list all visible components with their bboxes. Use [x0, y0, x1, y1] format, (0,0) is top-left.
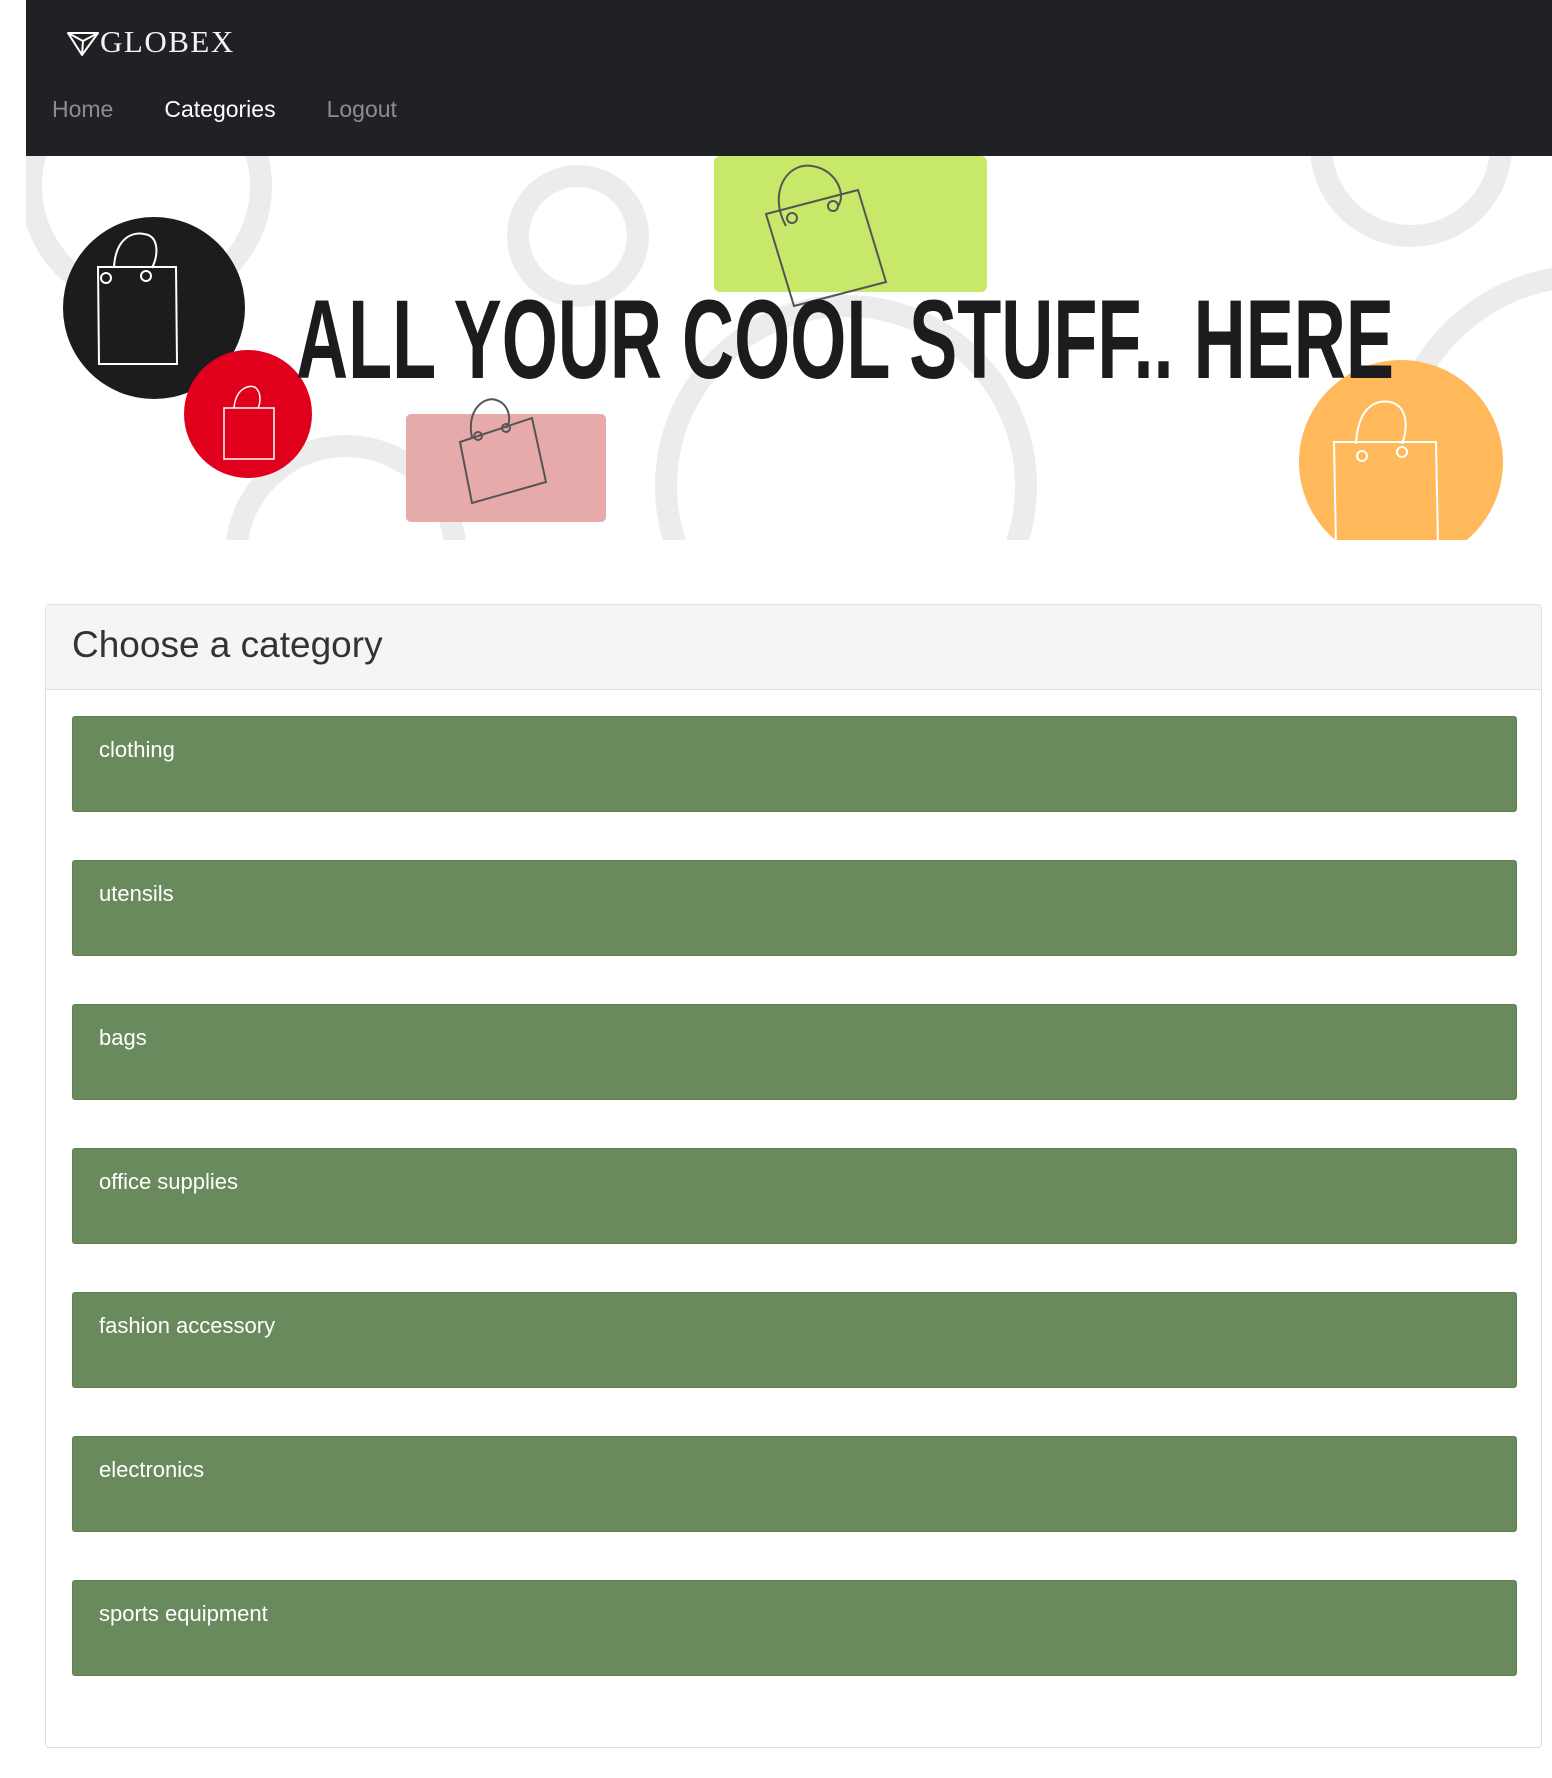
top-navbar: GLOBEX Home Categories Logout	[26, 0, 1552, 156]
brand-name: GLOBEX	[100, 24, 235, 59]
category-item-clothing[interactable]: clothing	[72, 716, 1517, 812]
category-item-electronics[interactable]: electronics	[72, 1436, 1517, 1532]
category-item-fashion-accessory[interactable]: fashion accessory	[72, 1292, 1517, 1388]
paper-plane-icon	[67, 32, 99, 56]
category-item-bags[interactable]: bags	[72, 1004, 1517, 1100]
banner-illustration: ALL YOUR COOL STUFF.. HERE	[26, 156, 1552, 540]
banner-headline: ALL YOUR COOL STUFF.. HERE	[296, 277, 1394, 402]
panel-heading: Choose a category	[46, 605, 1541, 690]
category-panel: Choose a category clothing utensils bags…	[45, 604, 1542, 1748]
nav-categories-link[interactable]: Categories	[164, 96, 275, 123]
hero-banner: ALL YOUR COOL STUFF.. HERE	[26, 156, 1552, 540]
pink-rect-shape	[406, 414, 606, 522]
category-item-office-supplies[interactable]: office supplies	[72, 1148, 1517, 1244]
green-square-shape	[714, 156, 987, 292]
category-item-utensils[interactable]: utensils	[72, 860, 1517, 956]
nav-logout-link[interactable]: Logout	[327, 96, 397, 123]
category-item-sports-equipment[interactable]: sports equipment	[72, 1580, 1517, 1676]
brand-logo[interactable]: GLOBEX	[66, 20, 235, 64]
nav-home-link[interactable]: Home	[52, 96, 113, 123]
panel-title: Choose a category	[72, 624, 383, 665]
nav-links: Home Categories Logout	[52, 96, 448, 123]
